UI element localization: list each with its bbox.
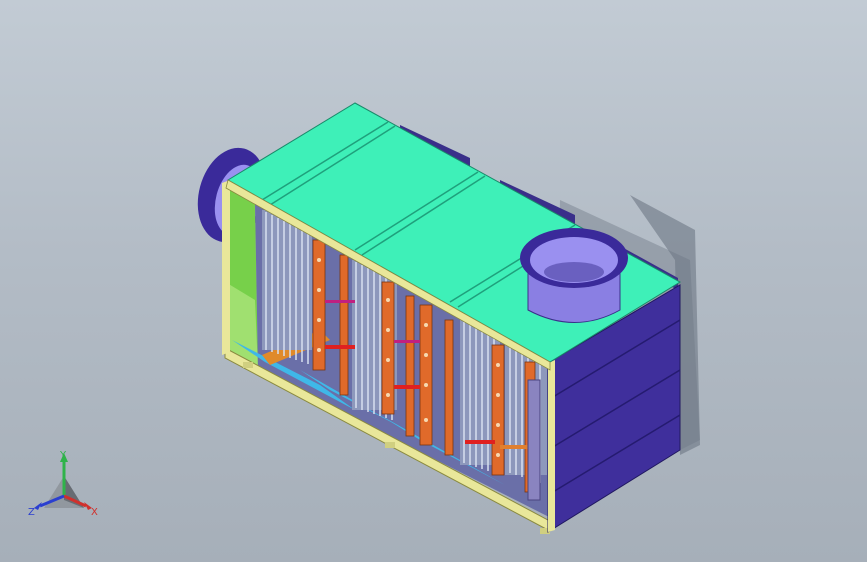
foot-1 bbox=[243, 362, 253, 368]
3d-model-view[interactable] bbox=[0, 0, 867, 562]
discharge-pipe bbox=[527, 379, 541, 501]
x-axis-label: X bbox=[91, 507, 98, 518]
left-frame-post bbox=[222, 180, 230, 355]
wire-grid-1 bbox=[262, 210, 312, 364]
front-frame-post bbox=[548, 360, 555, 532]
foot-2 bbox=[385, 442, 395, 448]
outlet-duct[interactable] bbox=[520, 228, 628, 323]
z-axis-label: Z bbox=[28, 507, 35, 518]
graphics-viewport[interactable]: Y X Z bbox=[0, 0, 867, 562]
y-axis-label: Y bbox=[59, 450, 67, 461]
orientation-triad[interactable]: Y X Z bbox=[22, 448, 106, 524]
